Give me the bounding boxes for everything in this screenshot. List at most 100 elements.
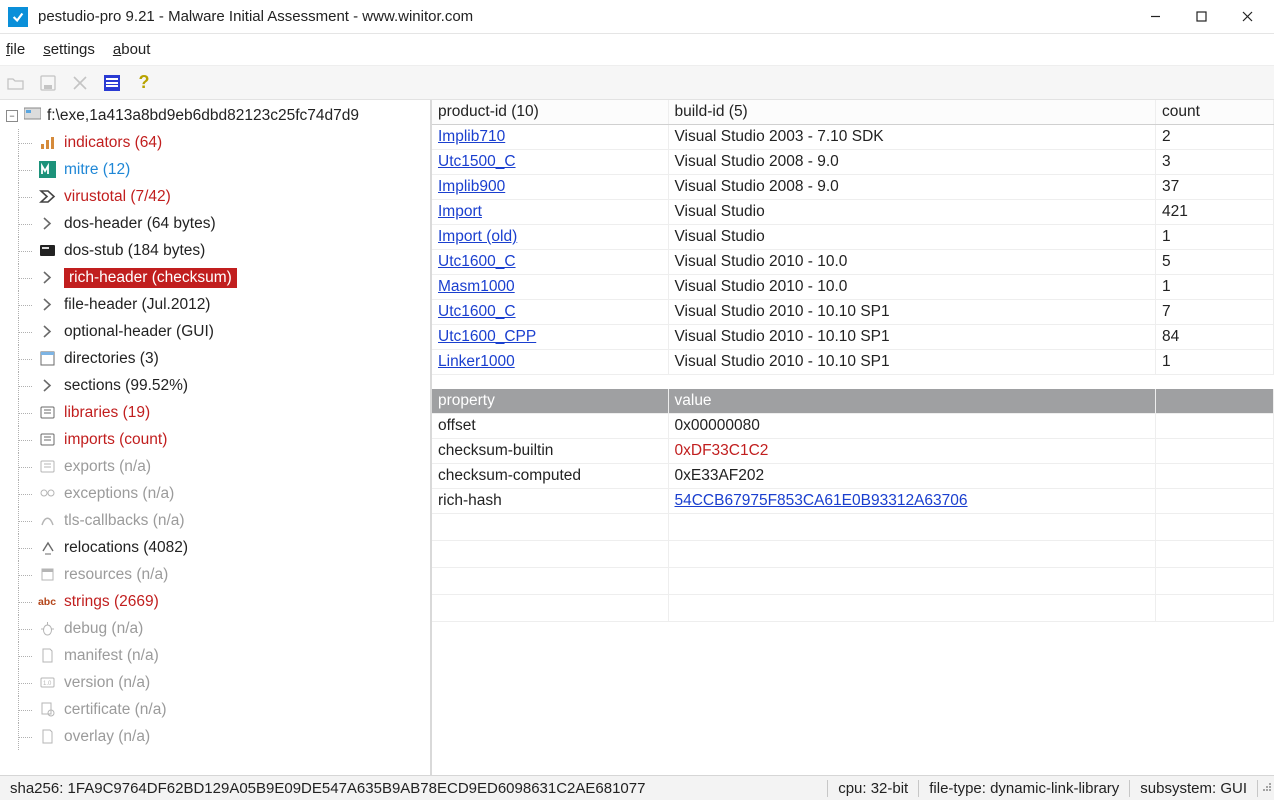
tree-item-imports[interactable]: imports (count): [36, 426, 430, 453]
tree-item-exceptions[interactable]: exceptions (n/a): [36, 480, 430, 507]
titlebar: pestudio-pro 9.21 - Malware Initial Asse…: [0, 0, 1274, 34]
tree-item-label: mitre (12): [64, 161, 130, 179]
tree-item-manifest[interactable]: manifest (n/a): [36, 642, 430, 669]
table-row[interactable]: Masm1000Visual Studio 2010 - 10.01: [432, 275, 1274, 300]
tree-item-tls-callbacks[interactable]: tls-callbacks (n/a): [36, 507, 430, 534]
product-link[interactable]: Utc1600_C: [438, 303, 516, 320]
tree-item-directories[interactable]: directories (3): [36, 345, 430, 372]
tree-item-resources[interactable]: resources (n/a): [36, 561, 430, 588]
table-row[interactable]: Linker1000 Visual Studio 2010 - 10.10 SP1…: [432, 350, 1274, 375]
doc-icon: [38, 728, 56, 746]
menu-settings[interactable]: settings: [43, 41, 95, 58]
col-product-id[interactable]: product-id (10): [432, 100, 668, 125]
tree-item-label: dos-stub (184 bytes): [64, 242, 205, 260]
menubar: file settings about: [0, 34, 1274, 66]
rich-hash-link[interactable]: 54CCB67975F853CA61E0B93312A63706: [675, 492, 968, 509]
empty-area: [432, 622, 1274, 775]
table-row[interactable]: Utc1600_CVisual Studio 2010 - 10.05: [432, 250, 1274, 275]
cell-count: 3: [1156, 150, 1274, 175]
table-row[interactable]: Implib710Visual Studio 2003 - 7.10 SDK2: [432, 125, 1274, 150]
property-row[interactable]: checksum-builtin0xDF33C1C2: [432, 439, 1274, 464]
table-row[interactable]: Utc1600_CPPVisual Studio 2010 - 10.10 SP…: [432, 325, 1274, 350]
tree-item-label: relocations (4082): [64, 539, 188, 557]
product-link[interactable]: Masm1000: [438, 278, 515, 295]
cell-count: 1: [1156, 275, 1274, 300]
maximize-button[interactable]: [1178, 2, 1224, 32]
tree-item-exports[interactable]: exports (n/a): [36, 453, 430, 480]
tree-item-indicators[interactable]: indicators (64): [36, 129, 430, 156]
cell-count: 7: [1156, 300, 1274, 325]
cell-count: 84: [1156, 325, 1274, 350]
product-link[interactable]: Import (old): [438, 228, 517, 245]
cell-value: 0xDF33C1C2: [668, 439, 1156, 464]
product-link[interactable]: Import: [438, 203, 482, 220]
property-row[interactable]: rich-hash 54CCB67975F853CA61E0B93312A6370…: [432, 489, 1274, 514]
product-link[interactable]: Implib710: [438, 128, 505, 145]
tree-item-virustotal[interactable]: virustotal (7/42): [36, 183, 430, 210]
tree-item-label: virustotal (7/42): [64, 188, 171, 206]
tree-item-label: debug (n/a): [64, 620, 143, 638]
tree-item-debug[interactable]: debug (n/a): [36, 615, 430, 642]
tree-item-rich-header[interactable]: rich-header (checksum): [36, 264, 430, 291]
product-link[interactable]: Utc1600_CPP: [438, 328, 536, 345]
open-button[interactable]: [6, 73, 26, 93]
table-row[interactable]: Utc1600_CVisual Studio 2010 - 10.10 SP17: [432, 300, 1274, 325]
table-row[interactable]: Implib900Visual Studio 2008 - 9.037: [432, 175, 1274, 200]
product-link[interactable]: Utc1600_C: [438, 253, 516, 270]
menu-file[interactable]: file: [6, 41, 25, 58]
property-row[interactable]: checksum-computed0xE33AF202: [432, 464, 1274, 489]
minimize-button[interactable]: [1132, 2, 1178, 32]
tree-item-label: file-header (Jul.2012): [64, 296, 210, 314]
product-link[interactable]: Implib900: [438, 178, 505, 195]
delete-button[interactable]: [70, 73, 90, 93]
table-row[interactable]: Utc1500_C Visual Studio 2008 - 9.03: [432, 150, 1274, 175]
tree-item-label: directories (3): [64, 350, 159, 368]
tree-item-overlay[interactable]: overlay (n/a): [36, 723, 430, 750]
cell-product: Utc1600_C: [432, 250, 668, 275]
cell-product: Masm1000: [432, 275, 668, 300]
table-row[interactable]: ImportVisual Studio421: [432, 200, 1274, 225]
tree-item-dos-header[interactable]: dos-header (64 bytes): [36, 210, 430, 237]
product-link[interactable]: Linker1000: [438, 353, 515, 370]
tree-item-dos-stub[interactable]: dos-stub (184 bytes): [36, 237, 430, 264]
collapse-icon[interactable]: −: [6, 110, 18, 122]
resize-grip-icon[interactable]: [1258, 782, 1274, 794]
tree-item-label: rich-header (checksum): [64, 268, 237, 288]
tree-item-optional-header[interactable]: optional-header (GUI): [36, 318, 430, 345]
empty-row: [432, 595, 1274, 622]
cell-property: checksum-computed: [432, 464, 668, 489]
tree-item-strings[interactable]: abcstrings (2669): [36, 588, 430, 615]
cell-build: Visual Studio 2010 - 10.10 SP1: [668, 350, 1156, 375]
tree-item-label: tls-callbacks (n/a): [64, 512, 185, 530]
table-row[interactable]: Import (old)Visual Studio1: [432, 225, 1274, 250]
bug-icon: [38, 620, 56, 638]
menu-about[interactable]: about: [113, 41, 151, 58]
col-count[interactable]: count: [1156, 100, 1274, 125]
tree-item-sections[interactable]: sections (99.52%): [36, 372, 430, 399]
property-table: property value offset0x00000080checksum-…: [432, 389, 1274, 622]
cell-property: checksum-builtin: [432, 439, 668, 464]
property-row[interactable]: offset0x00000080: [432, 414, 1274, 439]
help-button[interactable]: ?: [134, 73, 154, 93]
tree-item-file-header[interactable]: file-header (Jul.2012): [36, 291, 430, 318]
help-icon: ?: [139, 72, 150, 93]
col-build-id[interactable]: build-id (5): [668, 100, 1156, 125]
cell-product: Implib900: [432, 175, 668, 200]
close-button[interactable]: [1224, 2, 1270, 32]
cell-property: rich-hash: [432, 489, 668, 514]
tree-item-version[interactable]: 1.0version (n/a): [36, 669, 430, 696]
tree-item-relocations[interactable]: relocations (4082): [36, 534, 430, 561]
cell-product: Linker1000: [432, 350, 668, 375]
empty-row: [432, 514, 1274, 541]
tree-item-certificate[interactable]: certificate (n/a): [36, 696, 430, 723]
lib-icon: [38, 458, 56, 476]
save-button[interactable]: [38, 73, 58, 93]
tree-item-mitre[interactable]: mitre (12): [36, 156, 430, 183]
product-link[interactable]: Utc1500_C: [438, 153, 516, 170]
list-button[interactable]: [102, 73, 122, 93]
tree-root[interactable]: − f:\exe,1a413a8bd9eb6dbd82123c25fc74d7d…: [6, 104, 430, 129]
tree-item-libraries[interactable]: libraries (19): [36, 399, 430, 426]
dir-icon: [38, 350, 56, 368]
cell-build: Visual Studio 2008 - 9.0: [668, 150, 1156, 175]
empty-row: [432, 541, 1274, 568]
